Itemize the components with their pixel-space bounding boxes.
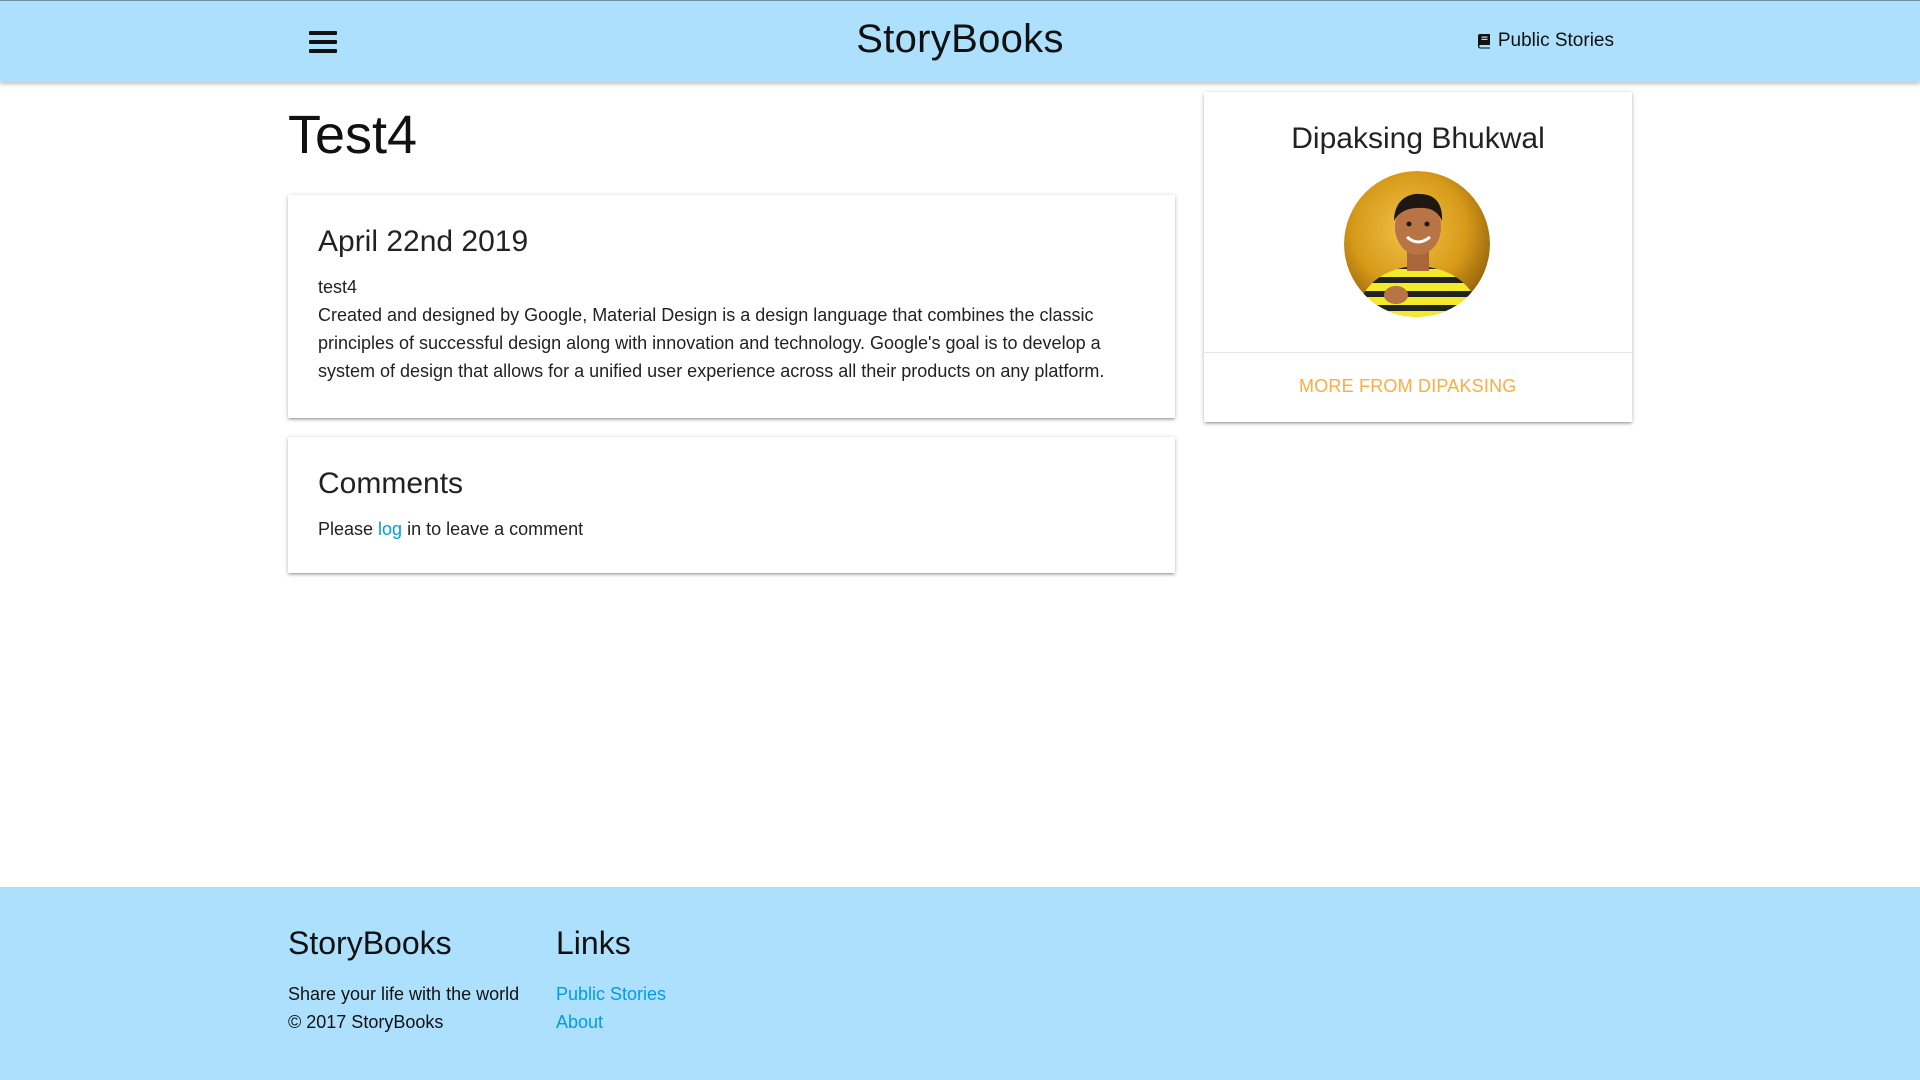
brand-container: StoryBooks xyxy=(0,17,1920,62)
author-card-action: More From Dipaksing xyxy=(1204,352,1632,422)
comments-card: Comments Please log in to leave a commen… xyxy=(288,437,1175,573)
footer-tagline: Share your life with the world xyxy=(288,984,520,1004)
brand-logo-link[interactable]: StoryBooks xyxy=(856,17,1064,61)
page-footer: StoryBooks Share your life with the worl… xyxy=(0,887,1920,1080)
footer-copyright: © 2017 StoryBooks xyxy=(288,1012,444,1032)
login-link[interactable]: log xyxy=(378,519,402,539)
page: StoryBooks Public Stories Test4 April 22… xyxy=(0,0,1920,1080)
story-card: April 22nd 2019 test4 Created and design… xyxy=(288,195,1175,418)
story-subtitle: test4 xyxy=(318,277,358,297)
top-navbar: StoryBooks Public Stories xyxy=(0,0,1920,82)
menu-bar-bottom xyxy=(309,49,337,53)
comments-login-prompt: Please log in to leave a comment xyxy=(318,515,1145,543)
menu-bar-top xyxy=(309,31,337,35)
story-title: Test4 xyxy=(288,105,418,165)
avatar xyxy=(1344,171,1490,317)
public-stories-nav-link[interactable]: Public Stories xyxy=(1477,30,1614,52)
avatar-photo xyxy=(1344,171,1490,317)
book-icon xyxy=(1477,34,1490,49)
footer-link-public-stories[interactable]: Public Stories xyxy=(556,980,666,1008)
more-from-author-link[interactable]: More From Dipaksing xyxy=(1299,376,1516,397)
comments-suffix: in to leave a comment xyxy=(402,519,584,539)
author-card: Dipaksing Bhukwal MORE FROM DIPAKSING xyxy=(1204,92,1632,422)
menu-bar-middle xyxy=(309,40,337,44)
story-date: April 22nd 2019 xyxy=(318,225,529,258)
footer-links-heading: Links xyxy=(556,925,631,961)
public-stories-label: Public Stories xyxy=(1497,30,1614,51)
footer-links-column: Links Public Stories About xyxy=(556,925,666,1036)
footer-brand-column: StoryBooks Share your life with the worl… xyxy=(288,925,519,1036)
author-name: Dipaksing Bhukwal xyxy=(1291,122,1545,155)
comments-heading: Comments xyxy=(318,467,464,500)
comments-prefix: Please xyxy=(318,519,379,539)
story-body: Created and designed by Google, Material… xyxy=(318,305,1105,381)
footer-link-about[interactable]: About xyxy=(556,1008,666,1036)
footer-brand-heading: StoryBooks xyxy=(288,925,452,961)
hamburger-menu-icon[interactable] xyxy=(303,25,343,59)
